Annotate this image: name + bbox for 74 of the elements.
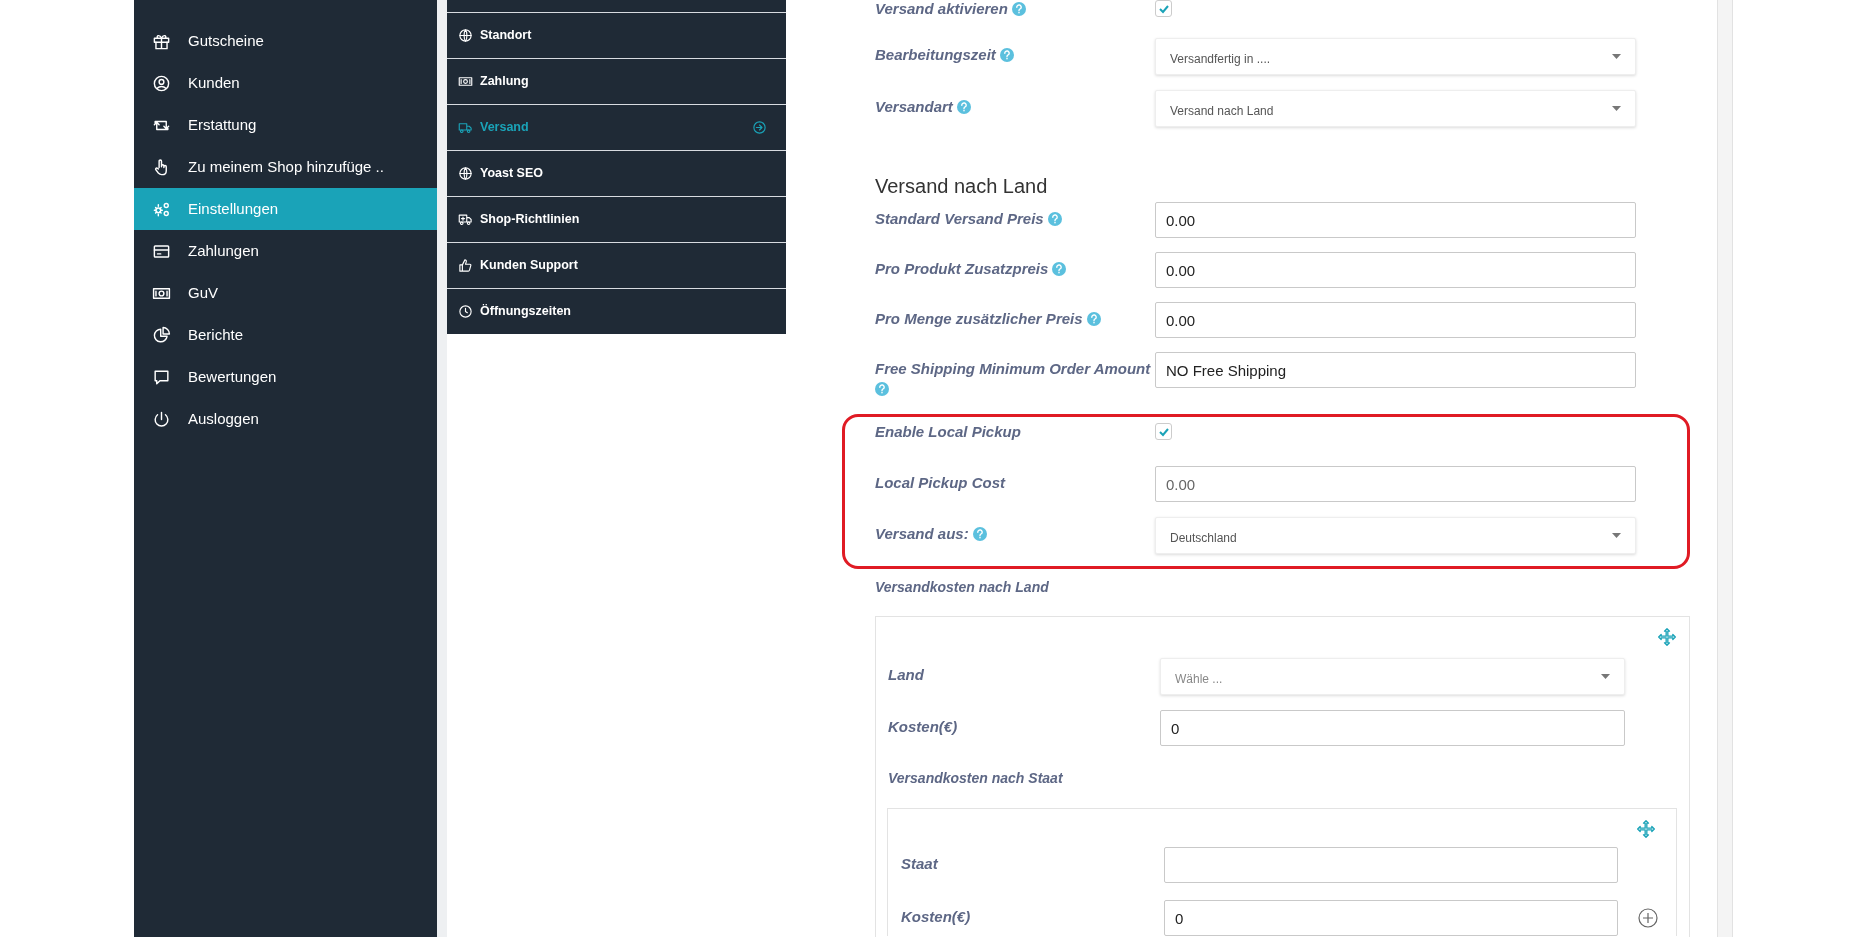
select-field[interactable]: Versand nach Land (1155, 90, 1636, 127)
submenu-item[interactable]: Yoast SEO (447, 150, 786, 196)
arrow-circle-icon (752, 120, 767, 135)
input-field[interactable]: 0 (1160, 710, 1625, 746)
subsection-heading: Versandkosten nach Staat (888, 769, 1064, 788)
field-label: Pro Menge zusätzlicher Preis (875, 309, 1083, 329)
field-label: Kosten(€) (888, 717, 958, 737)
globe-icon (458, 166, 473, 181)
sidebar-item[interactable]: Kunden (134, 62, 437, 104)
sidebar-item[interactable]: Gutscheine (134, 20, 437, 62)
field-label: Pro Produkt Zusatzpreis (875, 259, 1049, 279)
help-icon[interactable] (875, 382, 889, 396)
submenu-item[interactable]: Versand (447, 104, 786, 150)
thumbs-up-icon (458, 258, 473, 273)
field-label: Free Shipping Minimum Order Amount (875, 359, 1151, 379)
money-bill-icon (458, 74, 473, 89)
sidebar-item[interactable]: Erstattung (134, 104, 437, 146)
submenu-item[interactable]: Kunden Support (447, 242, 786, 288)
input-field[interactable]: 0.00 (1155, 466, 1636, 502)
field-label: Enable Local Pickup (875, 423, 1021, 440)
pie-chart-icon (152, 325, 171, 345)
input-field[interactable]: 0.00 (1155, 252, 1636, 288)
submenu-item[interactable]: Öffnungszeiten (447, 288, 786, 334)
field-label: Bearbeitungszeit (875, 45, 996, 65)
caret-icon (1612, 54, 1621, 59)
submenu-item[interactable]: Shop-Richtlinien (447, 196, 786, 242)
sidebar-item[interactable]: GuV (134, 272, 437, 314)
sidebar-item[interactable]: Ausloggen (134, 398, 437, 440)
input-field[interactable]: 0 (1164, 900, 1618, 936)
field-label: Versand aus: (875, 524, 969, 544)
input-field[interactable]: NO Free Shipping (1155, 352, 1636, 388)
subsection-heading: Versandkosten nach Land (875, 578, 1050, 597)
move-icon[interactable] (1657, 627, 1677, 647)
submenu-item[interactable]: Standort (447, 12, 786, 58)
caret-icon (1612, 106, 1621, 111)
field-label: Local Pickup Cost (875, 473, 1006, 493)
submenu-item[interactable]: Zahlung (447, 58, 786, 104)
add-icon[interactable] (1638, 908, 1658, 928)
select-field[interactable]: Wähle ... (1160, 658, 1625, 695)
user-circle-icon (152, 73, 171, 93)
select-field[interactable]: Versandfertig in .... (1155, 38, 1636, 75)
sidebar-item[interactable]: Zahlungen (134, 230, 437, 272)
sidebar-item[interactable]: Bewertungen (134, 356, 437, 398)
field-label: Versand aktivieren (875, 0, 1008, 17)
field-label: Staat (901, 854, 938, 874)
section-heading: Versand nach Land (875, 174, 1049, 198)
help-icon[interactable] (1052, 262, 1067, 276)
input-field[interactable]: 0.00 (1155, 302, 1636, 338)
power-icon (152, 409, 171, 429)
help-icon[interactable] (999, 48, 1014, 62)
move-icon[interactable] (1636, 819, 1656, 839)
help-icon[interactable] (972, 527, 987, 541)
field-label: Versandart (875, 97, 953, 117)
field-label: Land (888, 665, 924, 685)
field-label: Standard Versand Preis (875, 209, 1044, 229)
field-label: Kosten(€) (901, 907, 971, 927)
input-field[interactable]: 0.00 (1155, 202, 1636, 238)
caret-icon (1601, 674, 1610, 679)
help-icon[interactable] (1086, 312, 1101, 326)
globe-icon (458, 28, 473, 43)
checkbox[interactable] (1155, 0, 1172, 17)
help-icon[interactable] (1047, 212, 1062, 226)
ambulance-icon (458, 212, 473, 227)
speech-bubble-icon (152, 367, 171, 387)
sidebar-item[interactable]: Zu meinem Shop hinzufüge .. (134, 146, 437, 188)
select-field[interactable]: Deutschland (1155, 517, 1636, 554)
clock-icon (458, 304, 473, 319)
help-icon[interactable] (956, 100, 971, 114)
truck-icon (458, 120, 473, 135)
help-icon[interactable] (1011, 1, 1026, 16)
input-field[interactable] (1164, 847, 1618, 883)
caret-icon (1612, 533, 1621, 538)
checkbox[interactable] (1155, 423, 1172, 440)
sidebar-item[interactable]: Berichte (134, 314, 437, 356)
